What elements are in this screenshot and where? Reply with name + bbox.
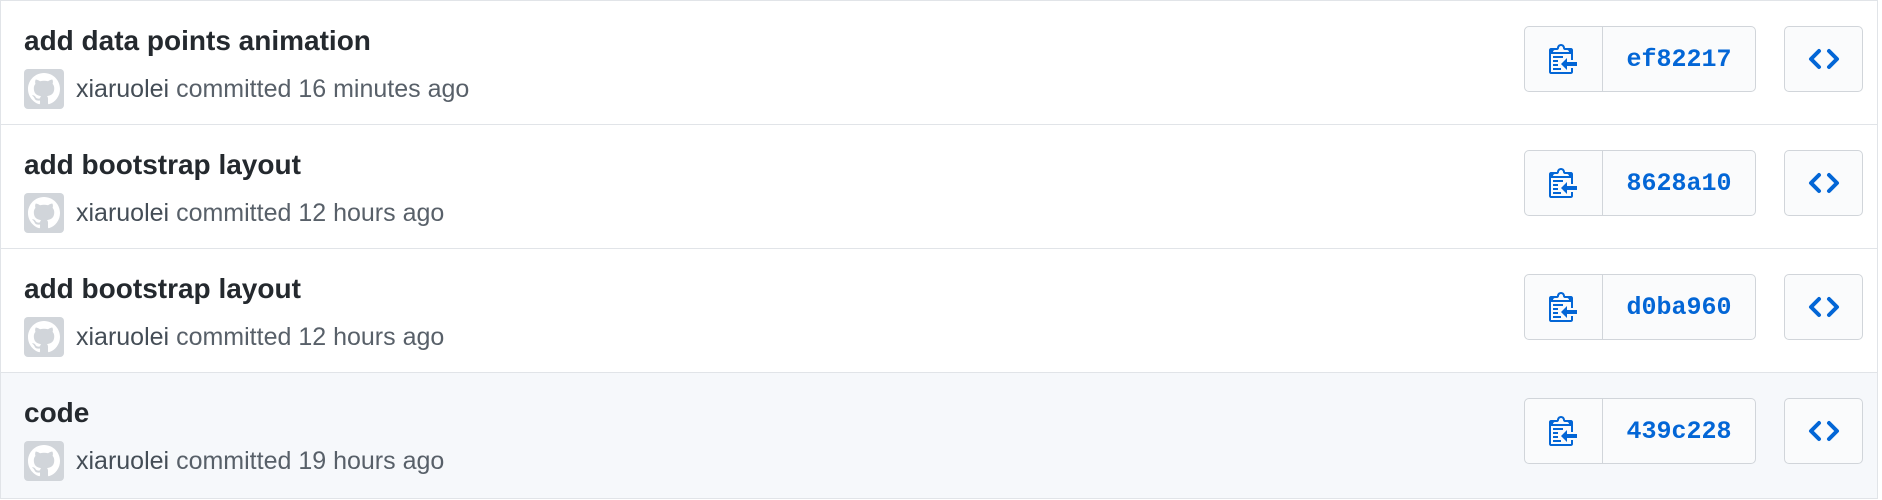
commit-title-link[interactable]: code <box>24 397 89 429</box>
clippy-icon <box>1548 168 1577 198</box>
avatar[interactable] <box>24 317 64 357</box>
commit-meta: xiaruolei committed 12 hours ago <box>24 317 444 357</box>
commit-author[interactable]: xiaruolei <box>76 199 169 227</box>
commit-meta: xiaruolei committed 12 hours ago <box>24 193 444 233</box>
clippy-icon <box>1548 44 1577 74</box>
avatar[interactable] <box>24 441 64 481</box>
commit-sha-link[interactable]: ef82217 <box>1603 27 1755 91</box>
clippy-icon <box>1548 416 1577 446</box>
github-octocat-icon <box>28 321 60 353</box>
code-icon <box>1808 421 1839 441</box>
commit-meta-text: xiaruolei committed 12 hours ago <box>76 323 444 352</box>
commit-author[interactable]: xiaruolei <box>76 75 169 103</box>
clippy-icon <box>1548 292 1577 322</box>
commit-meta: xiaruolei committed 19 hours ago <box>24 441 444 481</box>
github-octocat-icon <box>28 197 60 229</box>
commit-time: 12 hours ago <box>298 322 445 351</box>
commit-row: code xiaruolei committed 19 hours ago 43… <box>1 373 1877 498</box>
browse-files-button[interactable] <box>1784 150 1863 216</box>
commit-sha-link[interactable]: d0ba960 <box>1603 275 1755 339</box>
code-icon <box>1808 49 1839 69</box>
commit-title-link[interactable]: add bootstrap layout <box>24 149 301 181</box>
browse-files-button[interactable] <box>1784 274 1863 340</box>
commit-action: committed <box>176 446 292 475</box>
github-octocat-icon <box>28 445 60 477</box>
commit-action: committed <box>176 198 292 227</box>
copy-sha-button[interactable] <box>1525 275 1603 339</box>
commit-button-group: 439c228 <box>1524 398 1756 464</box>
avatar[interactable] <box>24 69 64 109</box>
commit-button-group: ef82217 <box>1524 26 1756 92</box>
commit-time: 19 hours ago <box>298 446 445 475</box>
browse-files-button[interactable] <box>1784 398 1863 464</box>
commit-meta-text: xiaruolei committed 12 hours ago <box>76 199 444 228</box>
copy-sha-button[interactable] <box>1525 151 1603 215</box>
commit-action: committed <box>176 74 292 103</box>
copy-sha-button[interactable] <box>1525 27 1603 91</box>
commit-row: add bootstrap layout xiaruolei committed… <box>1 249 1877 373</box>
commit-meta-text: xiaruolei committed 19 hours ago <box>76 447 444 476</box>
commit-time: 16 minutes ago <box>298 74 470 103</box>
commit-row: add bootstrap layout xiaruolei committed… <box>1 125 1877 249</box>
commit-sha-link[interactable]: 439c228 <box>1603 399 1755 463</box>
commit-button-group: d0ba960 <box>1524 274 1756 340</box>
commit-sha-link[interactable]: 8628a10 <box>1603 151 1755 215</box>
github-octocat-icon <box>28 73 60 105</box>
commit-title-link[interactable]: add bootstrap layout <box>24 273 301 305</box>
copy-sha-button[interactable] <box>1525 399 1603 463</box>
commit-time: 12 hours ago <box>298 198 445 227</box>
commit-author[interactable]: xiaruolei <box>76 447 169 475</box>
code-icon <box>1808 297 1839 317</box>
commit-meta-text: xiaruolei committed 16 minutes ago <box>76 75 469 104</box>
code-icon <box>1808 173 1839 193</box>
browse-files-button[interactable] <box>1784 26 1863 92</box>
commit-row: add data points animation xiaruolei comm… <box>1 1 1877 125</box>
commit-title-link[interactable]: add data points animation <box>24 25 371 57</box>
commit-list: add data points animation xiaruolei comm… <box>0 0 1878 499</box>
commit-action: committed <box>176 322 292 351</box>
commit-button-group: 8628a10 <box>1524 150 1756 216</box>
avatar[interactable] <box>24 193 64 233</box>
commit-meta: xiaruolei committed 16 minutes ago <box>24 69 469 109</box>
commit-author[interactable]: xiaruolei <box>76 323 169 351</box>
